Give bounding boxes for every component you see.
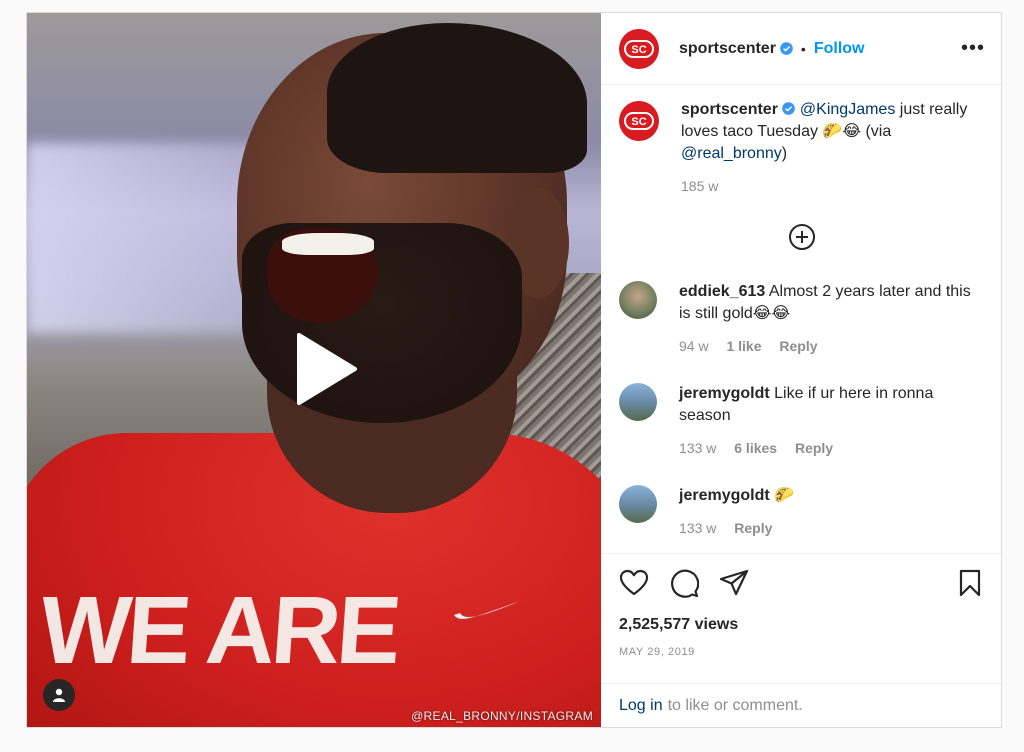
comment-username[interactable]: jeremygoldt [679, 487, 770, 504]
comment-body: eddiek_613 Almost 2 years later and this… [679, 281, 979, 357]
comment-item: jeremygoldt 🌮 133 w Reply [619, 485, 985, 539]
comment-icon[interactable] [669, 568, 699, 598]
comment-item: jeremygoldt Like if ur here in ronna sea… [619, 383, 985, 459]
tagged-user-icon[interactable] [43, 679, 75, 711]
post-header: SC sportscenter • Follow ••• [601, 13, 1001, 85]
header-separator: • [800, 40, 806, 57]
svg-text:SC: SC [631, 116, 646, 128]
comment-body: jeremygoldt Like if ur here in ronna sea… [679, 383, 979, 459]
comment-likes[interactable]: 6 likes [734, 440, 777, 456]
heart-icon[interactable] [619, 568, 649, 598]
teeth [282, 233, 374, 255]
video-player[interactable]: WE ARE @REAL_BRONNY/INSTAGRAM [27, 13, 601, 727]
sportscenter-logo-icon: SC [624, 112, 654, 130]
caption-avatar[interactable]: SC [619, 101, 659, 141]
comment-body: jeremygoldt 🌮 133 w Reply [679, 485, 979, 539]
caption-username[interactable]: sportscenter [681, 101, 778, 118]
login-prompt-text: to like or comment. [667, 696, 803, 714]
caption-body: sportscenter @KingJames just really loves… [681, 99, 971, 197]
video-watermark: @REAL_BRONNY/INSTAGRAM [411, 709, 593, 723]
login-link[interactable]: Log in [619, 697, 663, 715]
play-icon[interactable] [281, 329, 361, 409]
comment-username[interactable]: eddiek_613 [679, 283, 765, 300]
caption: SC sportscenter @KingJames just really lo… [619, 101, 985, 197]
mention-link[interactable]: @KingJames [800, 101, 895, 118]
load-more-comments-icon [789, 224, 815, 250]
comment-text: 🌮 [774, 487, 795, 504]
shirt-lettering: WE ARE [36, 577, 401, 684]
caption-meta: 185 w [681, 175, 971, 197]
verified-badge-icon [780, 42, 793, 55]
reply-button[interactable]: Reply [734, 520, 772, 536]
action-icons [619, 568, 985, 598]
via-mention-link[interactable]: @real_bronny [681, 145, 782, 162]
post-side-panel: SC sportscenter • Follow ••• SC sportsce… [601, 13, 1001, 727]
share-icon[interactable] [719, 568, 749, 598]
bookmark-icon[interactable] [955, 568, 985, 598]
comment-username[interactable]: jeremygoldt [679, 385, 770, 402]
comment-meta: 94 w 1 like Reply [679, 335, 979, 357]
post-actions: 2,525,577 views MAY 29, 2019 [601, 553, 1001, 683]
post-date[interactable]: MAY 29, 2019 [619, 646, 985, 658]
sportscenter-avatar[interactable]: SC [619, 28, 659, 69]
comment-likes[interactable]: 1 like [726, 338, 761, 354]
comment-time[interactable]: 133 w [679, 440, 716, 456]
hair [327, 23, 587, 173]
caption-time[interactable]: 185 w [681, 178, 718, 194]
comment-meta: 133 w 6 likes Reply [679, 437, 979, 459]
header-username[interactable]: sportscenter [679, 40, 776, 58]
load-more-comments-button[interactable] [619, 217, 985, 257]
caption-close: ) [781, 145, 788, 162]
comments-section: SC sportscenter @KingJames just really lo… [601, 85, 1001, 553]
comment-item: eddiek_613 Almost 2 years later and this… [619, 281, 985, 357]
reply-button[interactable]: Reply [795, 440, 833, 456]
commenter-avatar[interactable] [619, 281, 657, 319]
commenter-avatar[interactable] [619, 383, 657, 421]
nike-swoosh-icon [454, 601, 520, 619]
login-prompt: Log in to like or comment. [601, 683, 1001, 727]
commenter-avatar[interactable] [619, 485, 657, 523]
reply-button[interactable]: Reply [779, 338, 817, 354]
instagram-post: WE ARE @REAL_BRONNY/INSTAGRAM SC sportsc… [26, 12, 1002, 728]
comment-time[interactable]: 94 w [679, 338, 709, 354]
follow-button[interactable]: Follow [814, 40, 865, 58]
verified-badge-icon [782, 102, 795, 115]
sportscenter-logo-icon: SC [624, 39, 654, 58]
comment-time[interactable]: 133 w [679, 520, 716, 536]
comment-meta: 133 w Reply [679, 517, 979, 539]
view-count[interactable]: 2,525,577 views [619, 616, 985, 634]
svg-text:SC: SC [631, 44, 646, 56]
more-options-icon[interactable]: ••• [961, 37, 985, 60]
